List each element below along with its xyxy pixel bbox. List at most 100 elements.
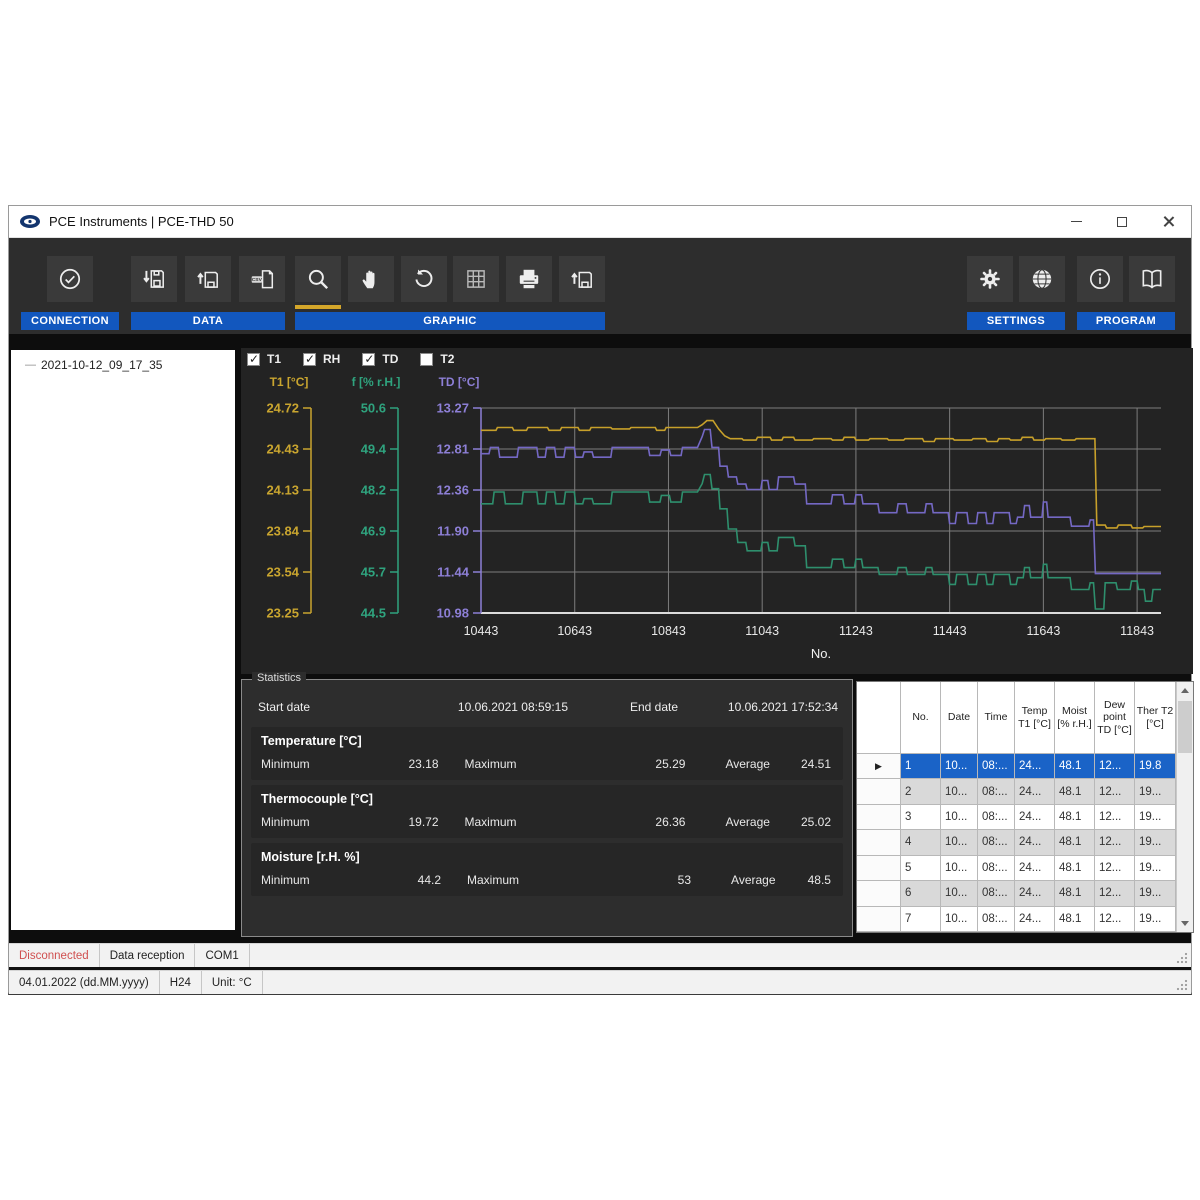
table-cell[interactable]: 10... [941, 805, 978, 830]
zoom-tool-button[interactable] [295, 256, 341, 302]
table-cell[interactable]: 2 [901, 779, 941, 804]
row-selector[interactable] [857, 805, 901, 830]
table-cell[interactable]: 19... [1135, 881, 1176, 906]
data-table: No.DateTimeTemp T1 [°C]Moist [% r.H.]Dew… [857, 682, 1176, 932]
column-header[interactable]: Date [941, 682, 978, 754]
row-selector[interactable] [857, 907, 901, 932]
manual-button[interactable] [1129, 256, 1175, 302]
scrollbar-down-button[interactable] [1177, 915, 1193, 932]
table-cell[interactable]: 08:... [978, 856, 1015, 881]
table-cell[interactable]: 12... [1095, 805, 1135, 830]
scrollbar-thumb[interactable] [1178, 701, 1192, 753]
table-cell[interactable]: 19... [1135, 830, 1176, 855]
column-header[interactable]: Time [978, 682, 1015, 754]
table-cell[interactable]: 10... [941, 856, 978, 881]
save-data-button[interactable] [131, 256, 177, 302]
series-checkbox-T2[interactable]: T2 [420, 352, 454, 366]
chart-svg[interactable]: T1 [°C]24.7224.4324.1323.8423.5423.25f [… [241, 370, 1193, 672]
table-cell[interactable]: 48.1 [1055, 805, 1095, 830]
table-cell[interactable]: 19... [1135, 779, 1176, 804]
row-selector[interactable] [857, 779, 901, 804]
table-cell[interactable]: 7 [901, 907, 941, 932]
row-selector[interactable] [857, 830, 901, 855]
table-cell[interactable]: 08:... [978, 907, 1015, 932]
row-selector-current[interactable] [857, 754, 901, 779]
minimize-button[interactable] [1053, 206, 1099, 237]
column-header[interactable]: Dew point TD [°C] [1095, 682, 1135, 754]
table-cell[interactable]: 19.8 [1135, 754, 1176, 779]
table-cell[interactable]: 10... [941, 830, 978, 855]
series-checkbox-TD[interactable]: TD [362, 352, 398, 366]
table-cell[interactable]: 24... [1015, 881, 1055, 906]
table-cell[interactable]: 10... [941, 881, 978, 906]
checkbox-unchecked-icon[interactable] [420, 353, 433, 366]
table-cell[interactable]: 24... [1015, 754, 1055, 779]
active-tool-indicator [295, 305, 341, 309]
table-cell[interactable]: 24... [1015, 805, 1055, 830]
table-cell[interactable]: 12... [1095, 881, 1135, 906]
table-cell[interactable]: 1 [901, 754, 941, 779]
settings-button[interactable] [967, 256, 1013, 302]
table-scrollbar[interactable] [1176, 682, 1193, 932]
reset-view-button[interactable] [401, 256, 447, 302]
table-cell[interactable]: 12... [1095, 907, 1135, 932]
series-checkbox-T1[interactable]: T1 [247, 352, 281, 366]
resize-grip-icon[interactable] [1175, 978, 1189, 992]
table-cell[interactable]: 48.1 [1055, 754, 1095, 779]
checkbox-checked-icon[interactable] [303, 353, 316, 366]
scrollbar-up-button[interactable] [1177, 682, 1193, 699]
table-cell[interactable]: 24... [1015, 907, 1055, 932]
maximize-button[interactable] [1099, 206, 1145, 237]
pan-tool-button[interactable] [348, 256, 394, 302]
table-cell[interactable]: 48.1 [1055, 881, 1095, 906]
table-cell[interactable]: 12... [1095, 754, 1135, 779]
table-cell[interactable]: 24... [1015, 856, 1055, 881]
table-cell[interactable]: 12... [1095, 779, 1135, 804]
table-cell[interactable]: 10... [941, 779, 978, 804]
print-button[interactable] [506, 256, 552, 302]
table-cell[interactable]: 10... [941, 907, 978, 932]
table-cell[interactable]: 48.1 [1055, 907, 1095, 932]
table-cell[interactable]: 48.1 [1055, 779, 1095, 804]
stat-card-temperature: Temperature [°C] Minimum 23.18 Maximum 2… [251, 727, 843, 780]
column-header[interactable]: Moist [% r.H.] [1055, 682, 1095, 754]
table-cell[interactable]: 6 [901, 881, 941, 906]
connect-button[interactable] [47, 256, 93, 302]
save-graphic-button[interactable] [559, 256, 605, 302]
table-cell[interactable]: 12... [1095, 856, 1135, 881]
column-header[interactable]: Ther T2 [°C] [1135, 682, 1176, 754]
column-header[interactable]: No. [901, 682, 941, 754]
statistics-date-row: Start date 10.06.2021 08:59:15 End date … [242, 680, 852, 722]
table-cell[interactable]: 12... [1095, 830, 1135, 855]
table-cell[interactable]: 08:... [978, 779, 1015, 804]
language-button[interactable] [1019, 256, 1065, 302]
table-cell[interactable]: 4 [901, 830, 941, 855]
table-cell[interactable]: 19... [1135, 805, 1176, 830]
table-cell[interactable]: 19... [1135, 907, 1176, 932]
table-cell[interactable]: 48.1 [1055, 856, 1095, 881]
column-header[interactable]: Temp T1 [°C] [1015, 682, 1055, 754]
table-cell[interactable]: 5 [901, 856, 941, 881]
row-selector[interactable] [857, 856, 901, 881]
series-checkbox-RH[interactable]: RH [303, 352, 340, 366]
row-selector[interactable] [857, 881, 901, 906]
table-cell[interactable]: 10... [941, 754, 978, 779]
table-cell[interactable]: 19... [1135, 856, 1176, 881]
info-button[interactable] [1077, 256, 1123, 302]
table-cell[interactable]: 3 [901, 805, 941, 830]
checkbox-checked-icon[interactable] [247, 353, 260, 366]
grid-toggle-button[interactable] [453, 256, 499, 302]
tree-item-dataset[interactable]: — 2021-10-12_09_17_35 [11, 350, 235, 372]
table-cell[interactable]: 48.1 [1055, 830, 1095, 855]
export-csv-button[interactable]: CSV [239, 256, 285, 302]
close-button[interactable] [1145, 206, 1191, 237]
table-cell[interactable]: 08:... [978, 805, 1015, 830]
table-cell[interactable]: 08:... [978, 830, 1015, 855]
table-cell[interactable]: 08:... [978, 754, 1015, 779]
load-data-button[interactable] [185, 256, 231, 302]
table-cell[interactable]: 24... [1015, 830, 1055, 855]
table-cell[interactable]: 08:... [978, 881, 1015, 906]
table-cell[interactable]: 24... [1015, 779, 1055, 804]
checkbox-checked-icon[interactable] [362, 353, 375, 366]
resize-grip-icon[interactable] [1175, 951, 1189, 965]
